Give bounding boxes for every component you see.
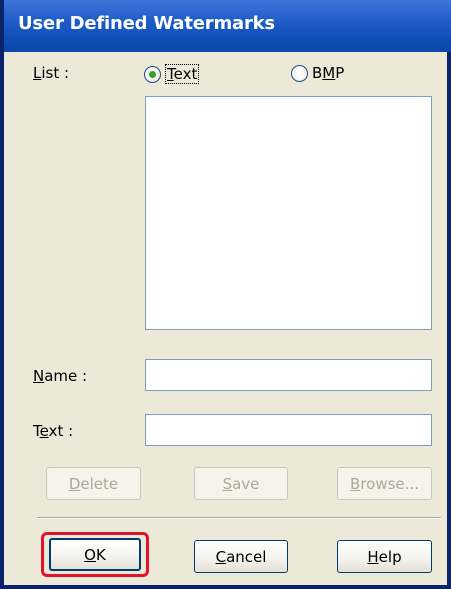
help-label: elp [378, 547, 402, 566]
title-bar[interactable]: User Defined Watermarks [4, 0, 451, 52]
radio-text-label-rest: ext [173, 65, 198, 83]
name-input[interactable] [145, 359, 432, 391]
watermark-dialog: User Defined Watermarks List : Text BMP … [0, 0, 451, 589]
radio-bmp-label-suffix: P [335, 64, 345, 82]
ok-button[interactable]: OK [49, 538, 141, 571]
delete-button[interactable]: Delete [46, 467, 141, 500]
name-label: Name : [33, 367, 87, 385]
text-label: Text : [33, 422, 73, 440]
help-accelerator: H [367, 547, 379, 566]
radio-unchecked-icon[interactable] [291, 64, 308, 82]
save-label: ave [232, 474, 260, 493]
radio-bmp-accelerator: M [322, 64, 336, 82]
watermark-listbox[interactable] [145, 96, 432, 330]
dialog-title: User Defined Watermarks [18, 13, 275, 34]
separator [37, 517, 441, 519]
cancel-accelerator: C [215, 547, 227, 566]
cancel-label: ancel [226, 547, 267, 566]
name-label-text: ame : [44, 367, 88, 385]
save-accelerator: S [222, 474, 233, 493]
browse-label: rowse... [360, 474, 419, 493]
browse-button[interactable]: Browse... [337, 467, 432, 500]
delete-accelerator: D [68, 474, 81, 493]
radio-bmp-label: BMP [312, 64, 344, 82]
list-label: List : [33, 64, 69, 82]
ok-accelerator: O [84, 545, 96, 564]
text-label-suffix: xt : [48, 422, 74, 440]
delete-label: elete [80, 474, 119, 493]
radio-text-label: Text [165, 64, 200, 84]
radio-text[interactable]: Text [144, 64, 200, 84]
browse-accelerator: B [350, 474, 361, 493]
cancel-button[interactable]: Cancel [194, 540, 288, 573]
text-label-accelerator: e [39, 422, 49, 440]
radio-bmp-label-prefix: B [312, 64, 323, 82]
text-input[interactable] [145, 414, 432, 446]
name-label-accelerator: N [33, 367, 45, 385]
list-label-text: ist : [41, 64, 70, 82]
save-button[interactable]: Save [194, 467, 288, 500]
radio-text-accelerator: T [167, 65, 174, 83]
help-button[interactable]: Help [337, 540, 432, 573]
radio-bmp[interactable]: BMP [291, 64, 344, 82]
text-label-prefix: T [33, 422, 40, 440]
radio-checked-icon[interactable] [144, 65, 161, 83]
ok-label: K [95, 545, 106, 564]
